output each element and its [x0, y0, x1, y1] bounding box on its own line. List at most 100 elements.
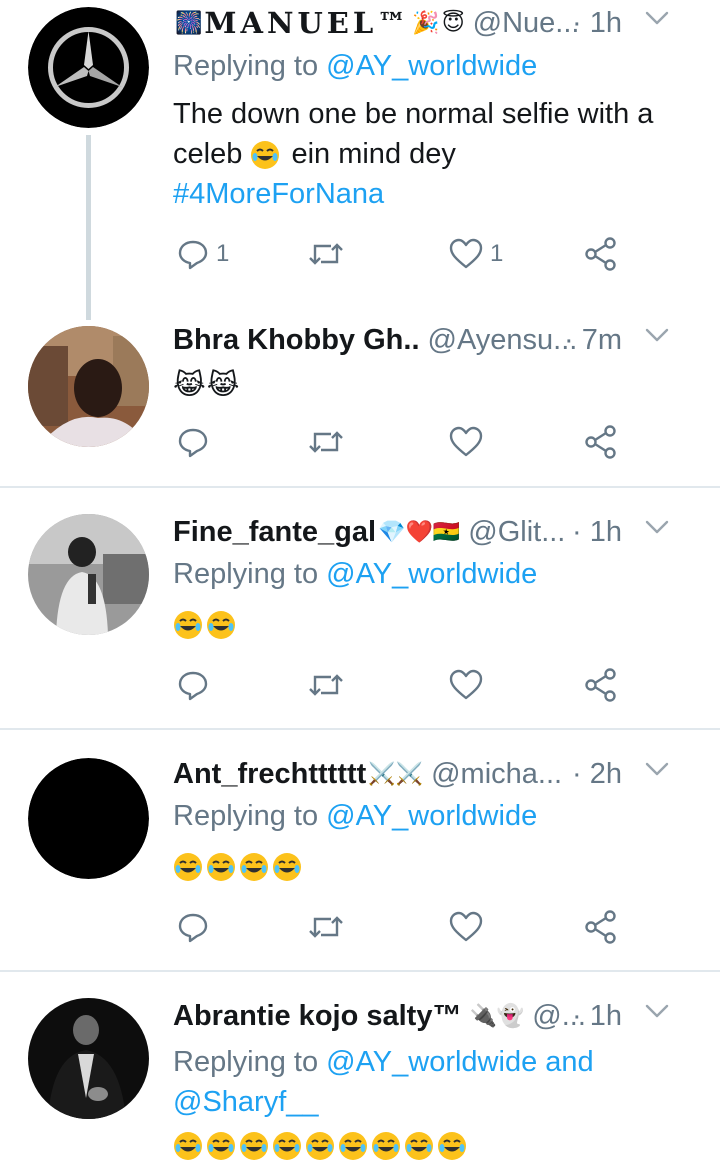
- tears-of-joy-emoji: [174, 610, 202, 639]
- halo-icon: 😇: [441, 10, 465, 35]
- tweet-header: Abrantie kojo salty™ 🔌👻 @... · 1h: [173, 996, 700, 1036]
- tears-of-joy-emoji: [240, 852, 268, 881]
- like-button[interactable]: [448, 420, 484, 464]
- tweet-5[interactable]: Abrantie kojo salty™ 🔌👻 @... · 1h Replyi…: [0, 972, 720, 1175]
- mention-link[interactable]: @AY_worldwide and: [326, 1046, 594, 1078]
- tears-of-joy-emoji: [306, 1131, 334, 1160]
- like-count: 1: [490, 240, 504, 267]
- like-button[interactable]: 1: [448, 232, 503, 276]
- avatar[interactable]: [28, 7, 149, 128]
- timestamp: · 1h: [572, 999, 622, 1032]
- display-name[interactable]: MANUEL™: [204, 6, 410, 40]
- tears-of-joy-emoji: [405, 1131, 433, 1160]
- tweet-actions: [173, 905, 633, 949]
- display-name[interactable]: Fine_fante_gal: [173, 516, 376, 549]
- reply-button[interactable]: 1: [176, 232, 229, 276]
- heart-icon: [449, 238, 483, 269]
- user-handle[interactable]: @Nue...: [473, 7, 580, 40]
- avatar[interactable]: [28, 758, 149, 879]
- user-handle[interactable]: @micha...: [431, 758, 562, 791]
- reply-icon: [178, 240, 208, 270]
- share-button[interactable]: [583, 420, 619, 464]
- retweet-icon: [309, 243, 343, 265]
- display-name[interactable]: Abrantie kojo salty™: [173, 1000, 461, 1033]
- timestamp: · 7m: [564, 323, 622, 356]
- retweet-icon: [309, 431, 343, 453]
- tweet-header: Ant_frechtttttt ⚔️⚔️ @micha... · 2h: [173, 754, 700, 794]
- tweet-text: 😹😹: [173, 369, 241, 400]
- tweet-actions: [173, 420, 633, 464]
- mention-link[interactable]: @AY_worldwide: [326, 800, 537, 832]
- tweet-4[interactable]: Ant_frechtttttt ⚔️⚔️ @micha... · 2h Repl…: [0, 730, 720, 970]
- chevron-down-icon[interactable]: [644, 756, 670, 782]
- retweet-icon: [309, 916, 343, 938]
- reply-count: 1: [216, 240, 230, 267]
- mention-link[interactable]: @Sharyf__: [173, 1086, 319, 1118]
- reply-button[interactable]: [176, 663, 210, 707]
- avatar[interactable]: [28, 998, 149, 1119]
- replying-to: Replying to @AY_worldwide: [173, 800, 537, 833]
- replying-to: Replying to @AY_worldwide: [173, 50, 537, 83]
- display-name[interactable]: Bhra Khobby Gh..: [173, 324, 420, 357]
- chevron-down-icon[interactable]: [644, 998, 670, 1024]
- mention-link[interactable]: @AY_worldwide: [326, 50, 537, 82]
- tears-of-joy-emoji: [273, 852, 301, 881]
- retweet-button[interactable]: [307, 232, 345, 276]
- share-icon: [585, 668, 616, 702]
- chevron-down-icon[interactable]: [644, 514, 670, 540]
- tweet-1[interactable]: 🎆 MANUEL™ 🎉 😇 @Nue... · 1h Replying to @…: [0, 0, 720, 320]
- replying-to-label: Replying to: [173, 50, 327, 82]
- share-icon: [585, 910, 616, 944]
- user-handle[interactable]: @Glit...: [468, 516, 565, 549]
- tweet-text-part-2: ein mind dey: [291, 138, 456, 170]
- tears-of-joy-emoji: [372, 1131, 400, 1160]
- tweet-text: [173, 1124, 470, 1164]
- share-icon: [585, 237, 616, 271]
- fireworks-icon: 🎆: [175, 10, 203, 35]
- timestamp: · 1h: [572, 6, 622, 39]
- retweet-button[interactable]: [307, 905, 345, 949]
- replying-to-label: Replying to: [173, 800, 327, 832]
- retweet-button[interactable]: [307, 663, 345, 707]
- tweet-text: [173, 845, 305, 885]
- replying-to-label: Replying to: [173, 558, 327, 590]
- tweet-3[interactable]: Fine_fante_gal 💎❤️🇬🇭 @Glit... · 1h Reply…: [0, 488, 720, 728]
- avatar[interactable]: [28, 514, 149, 635]
- name-badges: ⚔️⚔️: [368, 761, 424, 786]
- share-button[interactable]: [583, 905, 619, 949]
- display-name[interactable]: Ant_frechtttttt: [173, 758, 366, 791]
- share-button[interactable]: [583, 663, 619, 707]
- heart-icon: [449, 426, 483, 457]
- reply-button[interactable]: [176, 420, 210, 464]
- tweet-2[interactable]: Bhra Khobby Gh.. @Ayensu... · 7m 😹😹: [0, 320, 720, 486]
- retweet-button[interactable]: [307, 420, 345, 464]
- reply-icon: [178, 671, 208, 701]
- tears-of-joy-emoji: [207, 610, 235, 639]
- share-icon: [585, 425, 616, 459]
- timestamp: · 1h: [572, 515, 622, 548]
- tears-of-joy-emoji: [240, 1131, 268, 1160]
- tears-of-joy-emoji: [207, 852, 235, 881]
- like-button[interactable]: [448, 663, 484, 707]
- reply-button[interactable]: [176, 905, 210, 949]
- mention-link[interactable]: @AY_worldwide: [326, 558, 537, 590]
- chevron-down-icon[interactable]: [644, 322, 670, 348]
- tweet-actions: 1 1: [173, 232, 633, 276]
- replying-to: Replying to @AY_worldwide: [173, 558, 537, 591]
- tears-of-joy-emoji: [438, 1131, 466, 1160]
- like-button[interactable]: [448, 905, 484, 949]
- heart-icon: [449, 911, 483, 942]
- tears-of-joy-emoji: [273, 1131, 301, 1160]
- share-button[interactable]: [583, 232, 619, 276]
- tears-of-joy-emoji: [251, 141, 280, 170]
- tweet-header: 🎆 MANUEL™ 🎉 😇 @Nue... · 1h: [173, 3, 700, 43]
- reply-icon: [178, 913, 208, 943]
- user-handle[interactable]: @Ayensu...: [428, 324, 578, 357]
- reply-icon: [178, 428, 208, 458]
- tweet-header: Bhra Khobby Gh.. @Ayensu... · 7m: [173, 320, 700, 360]
- replying-to: Replying to @AY_worldwide and @Sharyf__: [173, 1042, 594, 1122]
- hashtag-link[interactable]: #4MoreForNana: [173, 178, 384, 210]
- avatar[interactable]: [28, 326, 149, 447]
- chevron-down-icon[interactable]: [644, 5, 670, 31]
- heart-icon: [449, 669, 483, 700]
